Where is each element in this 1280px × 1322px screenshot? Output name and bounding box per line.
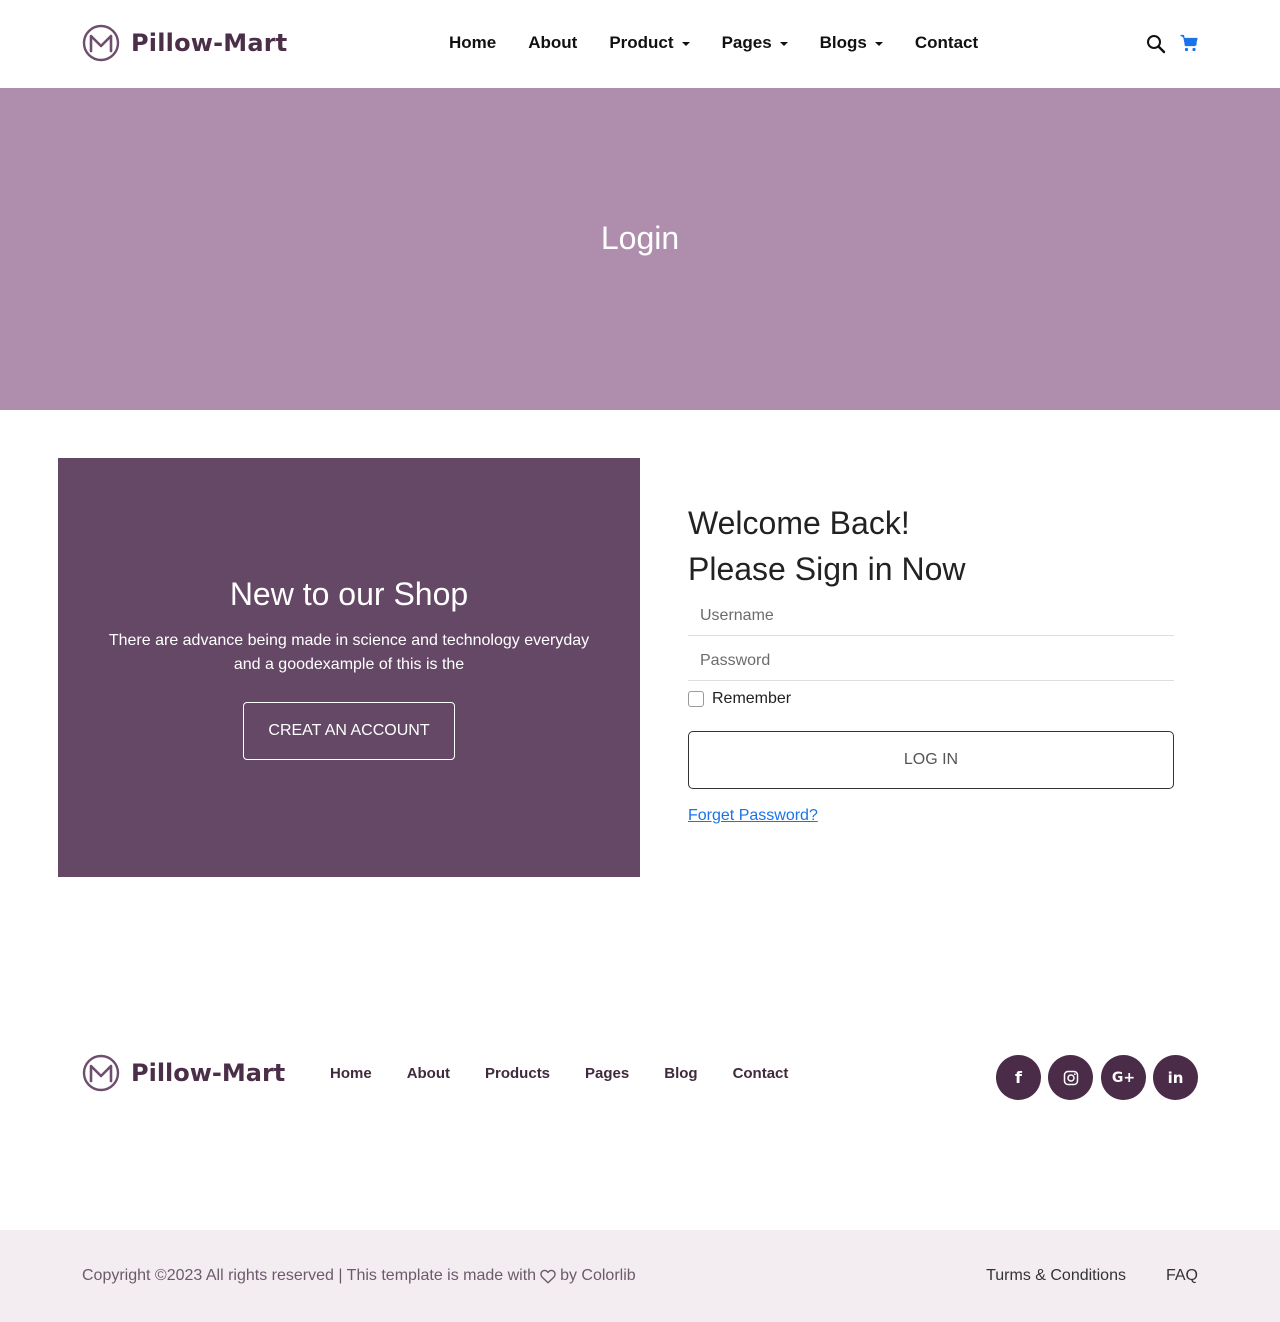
- create-account-panel: New to our Shop There are advance being …: [58, 458, 640, 877]
- nav-pages[interactable]: Pages: [722, 33, 788, 53]
- footer-nav-contact[interactable]: Contact: [733, 1065, 789, 1082]
- nav-product[interactable]: Product: [609, 33, 690, 53]
- nav-home[interactable]: Home: [449, 33, 496, 53]
- caret-down-icon: [681, 41, 690, 46]
- remember-option[interactable]: Remember: [688, 690, 791, 708]
- copyright-text: Copyright ©2023 All rights reserved | Th…: [82, 1267, 636, 1285]
- password-input[interactable]: [688, 641, 1174, 681]
- copyright-prefix: Copyright ©2023 All rights reserved | Th…: [82, 1267, 537, 1284]
- instagram-icon[interactable]: [1048, 1055, 1093, 1100]
- logo[interactable]: Pillow-Mart: [82, 24, 287, 62]
- nav-blogs[interactable]: Blogs: [820, 33, 883, 53]
- caret-down-icon: [874, 41, 883, 46]
- legal-links: Turms & Conditions FAQ: [946, 1267, 1198, 1285]
- copyright-suffix[interactable]: by Colorlib: [560, 1267, 636, 1285]
- site-header: Pillow-Mart Home About Product Pages Blo…: [0, 0, 1280, 88]
- footer-nav-blog[interactable]: Blog: [664, 1065, 697, 1082]
- create-account-button[interactable]: CREAT AN ACCOUNT: [243, 702, 455, 760]
- footer-nav-pages[interactable]: Pages: [585, 1065, 629, 1082]
- instagram-glyph-icon: [1063, 1070, 1078, 1085]
- footer-logo[interactable]: Pillow-Mart: [82, 1054, 285, 1092]
- search-icon[interactable]: [1146, 34, 1166, 54]
- caret-down-icon: [779, 41, 788, 46]
- footer-nav-products[interactable]: Products: [485, 1065, 550, 1082]
- username-input[interactable]: [688, 596, 1174, 636]
- sign-in-heading: Please Sign in Now: [688, 551, 966, 587]
- facebook-icon[interactable]: f: [996, 1055, 1041, 1100]
- footer-nav-home[interactable]: Home: [330, 1065, 372, 1082]
- cart-icon[interactable]: [1180, 34, 1198, 52]
- nav-label: Product: [609, 33, 674, 52]
- welcome-heading: Welcome Back!: [688, 505, 910, 541]
- forgot-password-link[interactable]: Forget Password?: [688, 807, 818, 825]
- login-button[interactable]: LOG IN: [688, 731, 1174, 789]
- terms-link[interactable]: Turms & Conditions: [986, 1267, 1126, 1285]
- footer-nav: Home About Products Pages Blog Contact: [330, 1065, 823, 1082]
- nav-label: Blogs: [819, 33, 867, 52]
- nav-about[interactable]: About: [528, 33, 577, 53]
- copyright-bar: Copyright ©2023 All rights reserved | Th…: [0, 1230, 1280, 1322]
- faq-link[interactable]: FAQ: [1166, 1267, 1198, 1285]
- google-plus-icon[interactable]: G+: [1101, 1055, 1146, 1100]
- brand-name: Pillow-Mart: [131, 29, 288, 57]
- nav-label: Contact: [914, 33, 979, 52]
- nav-contact[interactable]: Contact: [915, 33, 978, 53]
- logo-mark-icon: [82, 24, 120, 62]
- promo-text: There are advance being made in science …: [108, 632, 590, 673]
- nav-label: Home: [449, 33, 497, 52]
- page-title: Login: [600, 220, 680, 256]
- linkedin-icon[interactable]: in: [1153, 1055, 1198, 1100]
- remember-label: Remember: [712, 690, 792, 707]
- nav-label: About: [528, 33, 578, 52]
- page-banner: Login: [0, 88, 1280, 410]
- remember-checkbox[interactable]: [688, 691, 704, 707]
- promo-title: New to our Shop: [229, 576, 469, 612]
- login-form: Welcome Back! Please Sign in Now Remembe…: [688, 500, 1174, 824]
- main-nav: Home About Product Pages Blogs Contact: [449, 33, 1010, 53]
- logo-mark-icon: [82, 1054, 120, 1092]
- heart-icon: [540, 1269, 556, 1283]
- footer-brand-name: Pillow-Mart: [131, 1059, 286, 1087]
- nav-label: Pages: [721, 33, 772, 52]
- footer-nav-about[interactable]: About: [407, 1065, 450, 1082]
